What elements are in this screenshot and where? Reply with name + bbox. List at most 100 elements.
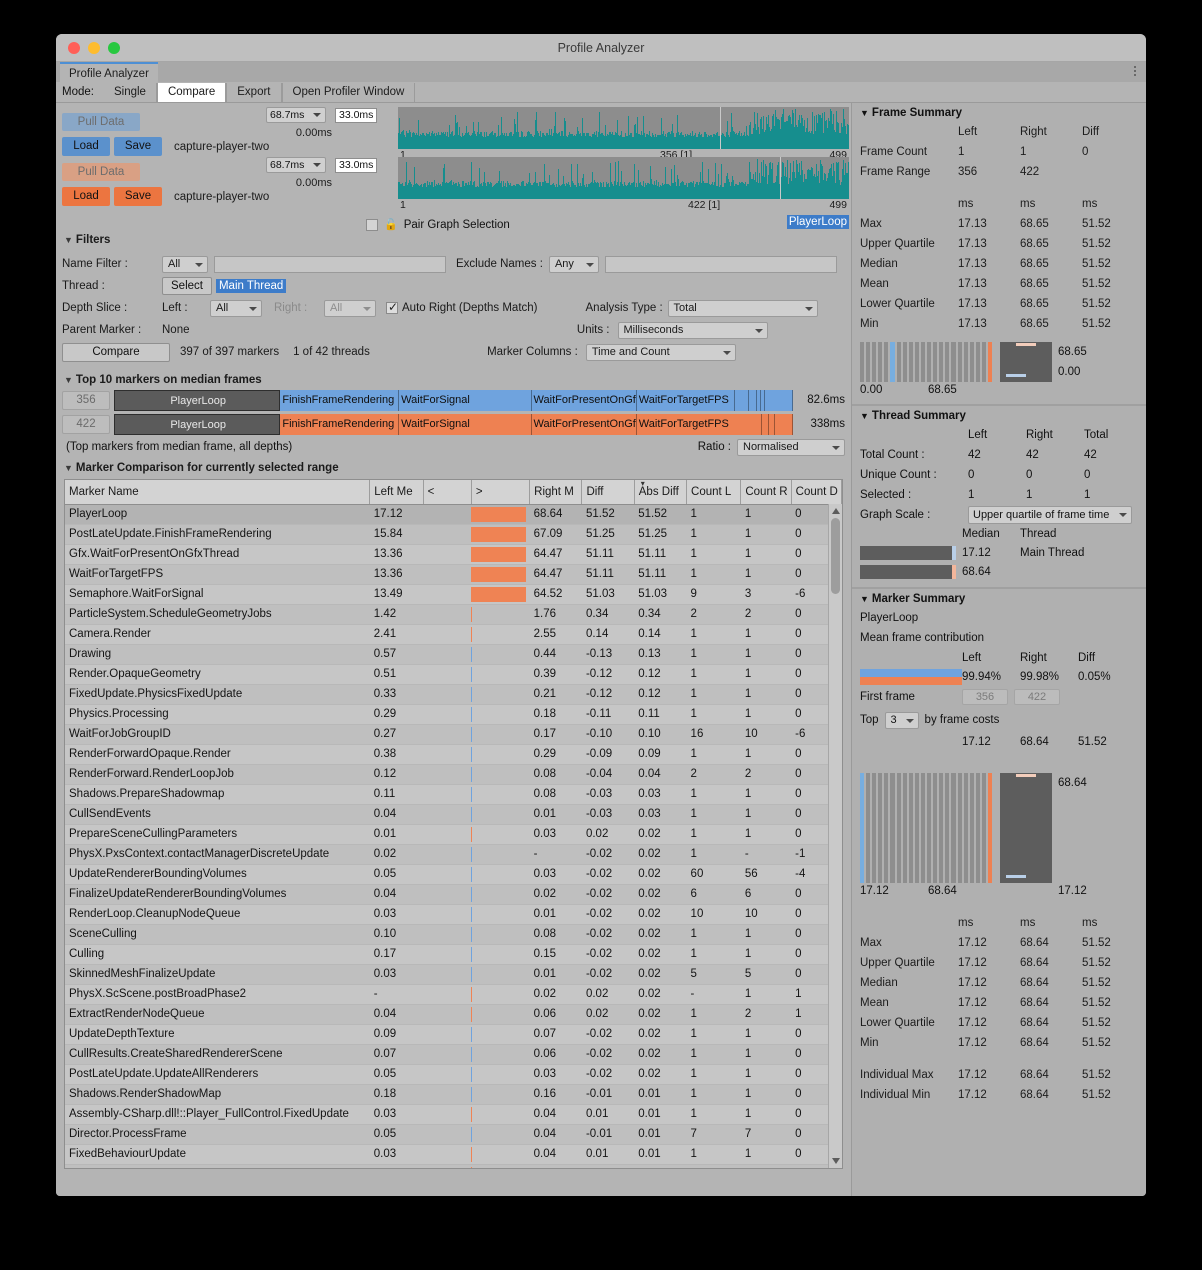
load-right-button[interactable]: Load (62, 187, 110, 206)
save-left-button[interactable]: Save (114, 137, 162, 156)
table-row[interactable]: PhysX.ScScene.postBroadPhase2-0.020.020.… (65, 984, 842, 1004)
frame-graph-right-range-dropdown[interactable]: 68.7ms (266, 157, 326, 173)
mode-button-open-profiler-window[interactable]: Open Profiler Window (282, 83, 416, 102)
pair-graph-checkbox[interactable] (366, 219, 378, 231)
top-marker-segment[interactable] (762, 414, 769, 435)
top-marker-segment[interactable]: WaitForTargetFPS (637, 414, 763, 435)
tab-profile-analyzer[interactable]: Profile Analyzer (60, 62, 158, 82)
table-column-header[interactable]: Count R (741, 480, 791, 504)
thread-summary-header[interactable]: ▼Thread Summary (860, 410, 1138, 422)
analysis-type-dropdown[interactable]: Total (668, 300, 818, 317)
table-scrollbar[interactable] (828, 504, 842, 1168)
mode-button-single[interactable]: Single (104, 83, 157, 102)
table-row[interactable]: ParticleSystem.ScheduleGeometryJobs1.421… (65, 604, 842, 624)
table-column-header[interactable]: > (471, 480, 529, 504)
table-row[interactable]: Gfx.WaitForPresentOnGfxThread13.3664.475… (65, 544, 842, 564)
first-frame-right-chip[interactable]: 422 (1014, 689, 1060, 705)
thread-row[interactable]: 17.12Main Thread (860, 543, 1138, 562)
mode-button-export[interactable]: Export (226, 83, 281, 102)
top-marker-segment[interactable] (749, 390, 757, 411)
top-marker-segment[interactable] (775, 414, 793, 435)
table-row[interactable]: Camera.Render2.412.550.140.14110 (65, 624, 842, 644)
table-row[interactable]: Culling0.170.15-0.020.02110 (65, 944, 842, 964)
frame-graph-left-range-dropdown[interactable]: 68.7ms (266, 107, 326, 123)
marker-columns-dropdown[interactable]: Time and Count (586, 344, 736, 361)
table-row[interactable]: CullSendEvents0.040.01-0.030.03110 (65, 804, 842, 824)
table-row[interactable]: PostLateUpdate.UpdateAllRenderers0.050.0… (65, 1064, 842, 1084)
table-row[interactable]: RenderForward.RenderLoopJob0.120.08-0.04… (65, 764, 842, 784)
thread-row[interactable]: 68.64 (860, 562, 1138, 581)
load-left-button[interactable]: Load (62, 137, 110, 156)
table-row[interactable]: Assembly-CSharp.dll!::Player_FullControl… (65, 1104, 842, 1124)
top-marker-segment[interactable]: WaitForPresentOnGfxThread (532, 414, 637, 435)
frame-graph-right-canvas[interactable] (398, 157, 849, 199)
top-markers-foldout-header[interactable]: ▼Top 10 markers on median frames (56, 371, 851, 389)
marker-summary-header[interactable]: ▼Marker Summary (860, 593, 1138, 605)
top-marker-segment[interactable]: FinishFrameRendering (280, 414, 399, 435)
exclude-names-input[interactable] (605, 256, 837, 273)
table-row[interactable]: RenderForwardOpaque.Render0.380.29-0.090… (65, 744, 842, 764)
table-row[interactable]: FixedUpdate.ScriptRunBehaviourFixedUpdat… (65, 1164, 842, 1169)
top-marker-segment[interactable]: WaitForTargetFPS (637, 390, 735, 411)
table-row[interactable]: SkinnedMeshFinalizeUpdate0.030.01-0.020.… (65, 964, 842, 984)
top-marker-frame-chip[interactable]: 356 (62, 391, 110, 410)
frame-graph-left-canvas[interactable] (398, 107, 849, 149)
compare-button[interactable]: Compare (62, 343, 170, 362)
table-column-header[interactable]: ▾Abs Diff (634, 480, 686, 504)
mode-button-compare[interactable]: Compare (157, 83, 226, 102)
auto-right-checkbox[interactable] (386, 302, 398, 314)
top-marker-frame-chip[interactable]: 422 (62, 415, 110, 434)
thread-select-button[interactable]: Select (162, 277, 212, 295)
units-dropdown[interactable]: Milliseconds (618, 322, 768, 339)
table-row[interactable]: Physics.Processing0.290.18-0.110.11110 (65, 704, 842, 724)
top-marker-segment[interactable]: PlayerLoop (114, 414, 280, 435)
table-column-header[interactable]: < (423, 480, 471, 504)
table-row[interactable]: FixedBehaviourUpdate0.030.040.010.01110 (65, 1144, 842, 1164)
marker-comparison-foldout-header[interactable]: ▼Marker Comparison for currently selecte… (56, 459, 851, 477)
scroll-up-icon[interactable] (832, 508, 840, 514)
scrollbar-thumb[interactable] (831, 518, 840, 594)
table-row[interactable]: Shadows.PrepareShadowmap0.110.08-0.030.0… (65, 784, 842, 804)
exclude-mode-dropdown[interactable]: Any (549, 256, 599, 273)
top-marker-segment[interactable]: WaitForSignal (399, 390, 531, 411)
top-marker-segment[interactable] (765, 390, 793, 411)
table-row[interactable]: FinalizeUpdateRendererBoundingVolumes0.0… (65, 884, 842, 904)
table-column-header[interactable]: Diff (582, 480, 634, 504)
table-row[interactable]: CullResults.CreateSharedRendererScene0.0… (65, 1044, 842, 1064)
table-row[interactable]: Shadows.RenderShadowMap0.180.16-0.010.01… (65, 1084, 842, 1104)
filters-foldout-header[interactable]: ▼Filters (56, 231, 851, 249)
table-row[interactable]: SceneCulling0.100.08-0.020.02110 (65, 924, 842, 944)
graph-scale-dropdown[interactable]: Upper quartile of frame time (968, 506, 1132, 524)
table-row[interactable]: FixedUpdate.PhysicsFixedUpdate0.330.21-0… (65, 684, 842, 704)
table-row[interactable]: PlayerLoop17.1268.6451.5251.52110 (65, 504, 842, 524)
top-marker-segment[interactable]: WaitForPresentOnGfxThread (532, 390, 637, 411)
scroll-down-icon[interactable] (832, 1158, 840, 1164)
table-row[interactable]: PostLateUpdate.FinishFrameRendering15.84… (65, 524, 842, 544)
frame-summary-header[interactable]: ▼Frame Summary (860, 107, 1138, 119)
table-row[interactable]: PrepareSceneCullingParameters0.010.030.0… (65, 824, 842, 844)
top-marker-segment[interactable]: PlayerLoop (114, 390, 280, 411)
table-row[interactable]: Render.OpaqueGeometry0.510.39-0.120.1211… (65, 664, 842, 684)
table-row[interactable]: UpdateRendererBoundingVolumes0.050.03-0.… (65, 864, 842, 884)
table-column-header[interactable]: Marker Name (65, 480, 370, 504)
table-row[interactable]: UpdateDepthTexture0.090.07-0.020.02110 (65, 1024, 842, 1044)
depth-left-dropdown[interactable]: All (210, 300, 262, 317)
overflow-menu-icon[interactable] (1134, 66, 1136, 76)
table-row[interactable]: Director.ProcessFrame0.050.04-0.010.0177… (65, 1124, 842, 1144)
table-row[interactable]: PhysX.PxsContext.contactManagerDiscreteU… (65, 844, 842, 864)
table-row[interactable]: Semaphore.WaitForSignal13.4964.5251.0351… (65, 584, 842, 604)
top-marker-segment[interactable]: FinishFrameRendering (280, 390, 399, 411)
name-filter-mode-dropdown[interactable]: All (162, 256, 208, 273)
ratio-dropdown[interactable]: Normalised (737, 439, 845, 456)
table-row[interactable]: RenderLoop.CleanupNodeQueue0.030.01-0.02… (65, 904, 842, 924)
table-column-header[interactable]: Left Me (370, 480, 423, 504)
pull-data-left-button[interactable]: Pull Data (62, 113, 140, 131)
name-filter-input[interactable] (214, 256, 446, 273)
save-right-button[interactable]: Save (114, 187, 162, 206)
top-marker-segment[interactable]: WaitForSignal (399, 414, 531, 435)
table-row[interactable]: WaitForTargetFPS13.3664.4751.1151.11110 (65, 564, 842, 584)
first-frame-left-chip[interactable]: 356 (962, 689, 1008, 705)
top-marker-segment[interactable] (735, 390, 749, 411)
pull-data-right-button[interactable]: Pull Data (62, 163, 140, 181)
top-count-dropdown[interactable]: 3 (885, 712, 919, 729)
